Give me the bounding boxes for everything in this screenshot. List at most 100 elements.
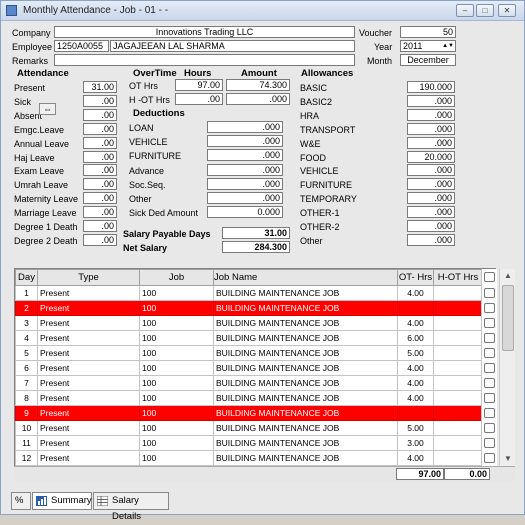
allowance-field[interactable]: .000 bbox=[407, 136, 455, 149]
grid-day[interactable]: 9 bbox=[15, 405, 38, 421]
ot-amount-field[interactable]: 74.300 bbox=[226, 79, 290, 91]
attendance-field[interactable]: .00 bbox=[83, 108, 117, 121]
grid-job-name[interactable]: BUILDING MAINTENANCE JOB bbox=[213, 375, 398, 391]
grid-day[interactable]: 7 bbox=[15, 375, 38, 391]
grid-hot[interactable] bbox=[433, 300, 483, 316]
grid-job[interactable]: 100 bbox=[139, 345, 214, 361]
deduction-field[interactable]: .000 bbox=[207, 149, 283, 162]
deduction-field[interactable]: .000 bbox=[207, 177, 283, 190]
grid-type[interactable]: Present bbox=[37, 345, 140, 361]
grid-job-name[interactable]: BUILDING MAINTENANCE JOB bbox=[213, 330, 398, 346]
grid-scrollbar[interactable]: ▲ ▼ bbox=[499, 269, 515, 466]
col-ot-hrs[interactable]: OT- Hrs bbox=[397, 269, 434, 286]
deduction-field[interactable]: .000 bbox=[207, 192, 283, 204]
grid-ot[interactable]: 3.00 bbox=[397, 435, 434, 451]
allowance-field[interactable]: .000 bbox=[407, 178, 455, 191]
ot-hours-field[interactable]: 97.00 bbox=[175, 79, 223, 91]
grid-job-name[interactable]: BUILDING MAINTENANCE JOB bbox=[213, 390, 398, 406]
minimize-button[interactable]: – bbox=[456, 4, 474, 17]
grid-job-name[interactable]: BUILDING MAINTENANCE JOB bbox=[213, 285, 398, 301]
grid-type[interactable]: Present bbox=[37, 330, 140, 346]
grid-type[interactable]: Present bbox=[37, 390, 140, 406]
header-checkbox[interactable] bbox=[484, 272, 495, 282]
table-row[interactable]: 9 Present 100 BUILDING MAINTENANCE JOB bbox=[15, 405, 483, 421]
maximize-button[interactable]: □ bbox=[476, 4, 494, 17]
grid-job-name[interactable]: BUILDING MAINTENANCE JOB bbox=[213, 405, 398, 421]
hot-amount-field[interactable]: .000 bbox=[226, 93, 290, 105]
grid-job[interactable]: 100 bbox=[139, 375, 214, 391]
allowance-field[interactable]: .000 bbox=[407, 122, 455, 135]
attendance-field[interactable]: .00 bbox=[83, 233, 117, 246]
allowance-field[interactable]: .000 bbox=[407, 233, 455, 246]
tab-summary[interactable]: Summary bbox=[32, 492, 92, 510]
payable-days-field[interactable]: 31.00 bbox=[222, 227, 290, 239]
tab-salary-details[interactable]: Salary Details bbox=[93, 492, 169, 522]
allowance-field[interactable]: .000 bbox=[407, 108, 455, 121]
allowance-field[interactable]: .000 bbox=[407, 220, 455, 232]
grid-job[interactable]: 100 bbox=[139, 330, 214, 346]
grid-ot[interactable]: 4.00 bbox=[397, 285, 434, 301]
attendance-field[interactable]: .00 bbox=[83, 164, 117, 177]
grid-day[interactable]: 5 bbox=[15, 345, 38, 361]
grid-day[interactable]: 1 bbox=[15, 285, 38, 301]
grid-job[interactable]: 100 bbox=[139, 360, 214, 376]
row-checkbox[interactable] bbox=[484, 423, 495, 433]
grid-job[interactable]: 100 bbox=[139, 285, 214, 301]
row-checkbox[interactable] bbox=[484, 363, 495, 373]
allowance-field[interactable]: .000 bbox=[407, 164, 455, 177]
attendance-field[interactable]: 31.00 bbox=[83, 81, 117, 93]
grid-type[interactable]: Present bbox=[37, 300, 140, 316]
col-job-name[interactable]: Job Name bbox=[213, 269, 398, 286]
hot-hours-field[interactable]: .00 bbox=[175, 93, 223, 105]
grid-job-name[interactable]: BUILDING MAINTENANCE JOB bbox=[213, 435, 398, 451]
col-hot-hrs[interactable]: H-OT Hrs bbox=[433, 269, 483, 286]
attendance-field[interactable]: .00 bbox=[83, 220, 117, 232]
table-row[interactable]: 1 Present 100 BUILDING MAINTENANCE JOB 4.00 bbox=[15, 285, 483, 301]
row-checkbox[interactable] bbox=[484, 288, 495, 298]
col-type[interactable]: Type bbox=[37, 269, 140, 286]
grid-hot[interactable] bbox=[433, 450, 483, 466]
table-row[interactable]: 11 Present 100 BUILDING MAINTENANCE JOB 3.00 bbox=[15, 435, 483, 451]
deduction-field[interactable]: .000 bbox=[207, 121, 283, 133]
tab-percent[interactable]: % bbox=[11, 492, 31, 510]
table-row[interactable]: 6 Present 100 BUILDING MAINTENANCE JOB 4.00 bbox=[15, 360, 483, 376]
scroll-thumb[interactable] bbox=[502, 285, 514, 351]
attendance-field[interactable]: .00 bbox=[83, 136, 117, 149]
remarks-field[interactable] bbox=[54, 54, 355, 66]
grid-job-name[interactable]: BUILDING MAINTENANCE JOB bbox=[213, 315, 398, 331]
row-checkbox[interactable] bbox=[484, 318, 495, 328]
scroll-up-icon[interactable]: ▲ bbox=[500, 269, 516, 283]
company-field[interactable]: Innovations Trading LLC bbox=[54, 26, 355, 38]
row-checkbox[interactable] bbox=[484, 438, 495, 448]
grid-type[interactable]: Present bbox=[37, 315, 140, 331]
grid-ot[interactable]: 4.00 bbox=[397, 390, 434, 406]
spinner-icon[interactable]: ▲▼ bbox=[442, 41, 454, 51]
grid-job[interactable]: 100 bbox=[139, 420, 214, 436]
allowance-field[interactable]: 20.000 bbox=[407, 150, 455, 163]
grid-job-name[interactable]: BUILDING MAINTENANCE JOB bbox=[213, 450, 398, 466]
attendance-field[interactable]: .00 bbox=[83, 150, 117, 163]
table-row[interactable]: 2 Present 100 BUILDING MAINTENANCE JOB bbox=[15, 300, 483, 316]
grid-ot[interactable]: 4.00 bbox=[397, 315, 434, 331]
grid-job-name[interactable]: BUILDING MAINTENANCE JOB bbox=[213, 300, 398, 316]
grid-ot[interactable]: 6.00 bbox=[397, 330, 434, 346]
grid-hot[interactable] bbox=[433, 345, 483, 361]
grid-type[interactable]: Present bbox=[37, 375, 140, 391]
grid-day[interactable]: 3 bbox=[15, 315, 38, 331]
grid-hot[interactable] bbox=[433, 420, 483, 436]
swap-icon[interactable]: ⇔ bbox=[39, 103, 56, 115]
allowance-field[interactable]: .000 bbox=[407, 206, 455, 219]
net-salary-field[interactable]: 284.300 bbox=[222, 241, 290, 253]
grid-ot[interactable]: 5.00 bbox=[397, 420, 434, 436]
grid-ot[interactable] bbox=[397, 300, 434, 316]
attendance-field[interactable]: .00 bbox=[83, 122, 117, 135]
employee-name-field[interactable]: JAGAJEEAN LAL SHARMA bbox=[110, 40, 355, 52]
grid-hot[interactable] bbox=[433, 360, 483, 376]
grid-ot[interactable]: 5.00 bbox=[397, 345, 434, 361]
attendance-field[interactable]: .00 bbox=[83, 178, 117, 191]
grid-day[interactable]: 12 bbox=[15, 450, 38, 466]
table-row[interactable]: 7 Present 100 BUILDING MAINTENANCE JOB 4.00 bbox=[15, 375, 483, 391]
row-checkbox[interactable] bbox=[484, 378, 495, 388]
grid-type[interactable]: Present bbox=[37, 405, 140, 421]
table-row[interactable]: 8 Present 100 BUILDING MAINTENANCE JOB 4.00 bbox=[15, 390, 483, 406]
